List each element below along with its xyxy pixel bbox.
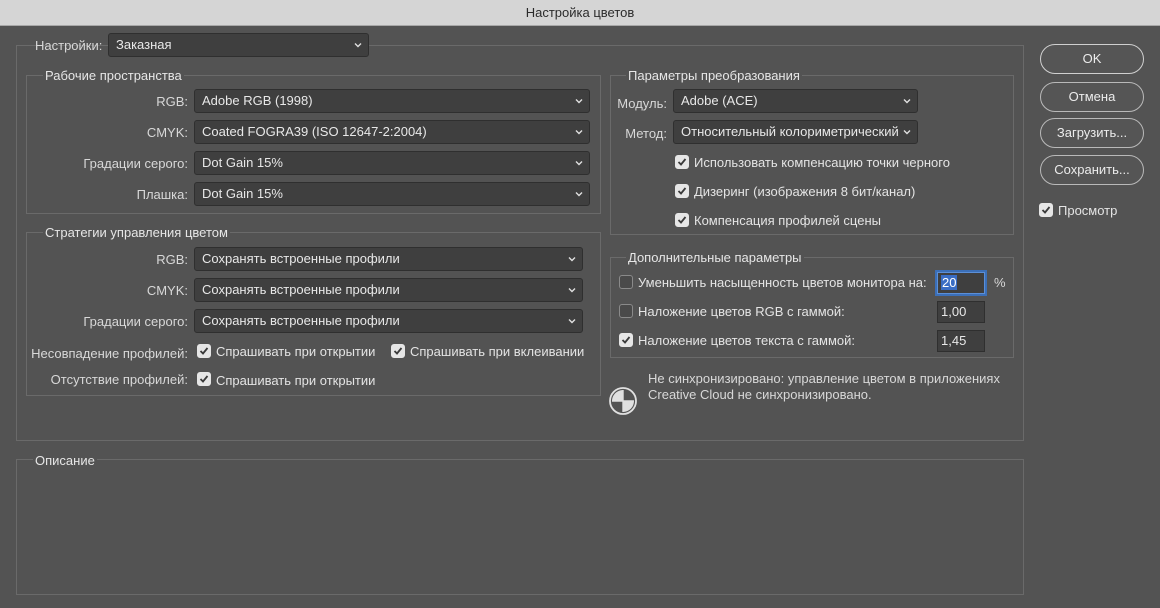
preview-label: Просмотр xyxy=(1058,203,1118,218)
pol-cmyk-value: Сохранять встроенные профили xyxy=(202,282,400,297)
dither-checkbox[interactable] xyxy=(675,184,689,198)
checkmark-icon xyxy=(677,216,687,224)
blend-rgb-label: Наложение цветов RGB с гаммой: xyxy=(638,304,845,319)
intent-value: Относительный колориметрический xyxy=(681,124,899,139)
description-title: Описание xyxy=(33,453,97,468)
pol-rgb-label: RGB: xyxy=(156,252,188,267)
description-panel xyxy=(16,459,1024,595)
chevron-down-icon xyxy=(568,257,576,262)
pol-cmyk-label: CMYK: xyxy=(146,283,188,298)
ok-button[interactable]: OK xyxy=(1040,44,1144,74)
ws-rgb-label: RGB: xyxy=(156,94,188,109)
chevron-down-icon xyxy=(568,319,576,324)
chevron-down-icon xyxy=(903,99,911,104)
bpc-label: Использовать компенсацию точки черного xyxy=(694,155,950,170)
missing-open-label: Спрашивать при открытии xyxy=(216,373,376,388)
ws-cmyk-select[interactable]: Coated FOGRA39 (ISO 12647-2:2004) xyxy=(194,120,590,144)
intent-select[interactable]: Относительный колориметрический xyxy=(673,120,918,144)
window-title: Настройка цветов xyxy=(525,5,635,20)
pol-gray-value: Сохранять встроенные профили xyxy=(202,313,400,328)
chevron-down-icon xyxy=(903,130,911,135)
desaturate-unit: % xyxy=(994,275,1006,290)
desaturate-label: Уменьшить насыщенность цветов монитора н… xyxy=(638,275,927,290)
chevron-down-icon xyxy=(354,43,362,48)
sync-status-line1: Не синхронизировано: управление цветом в… xyxy=(648,371,1000,386)
policies-title: Стратегии управления цветом xyxy=(43,225,230,240)
working-spaces-title: Рабочие пространства xyxy=(43,68,184,83)
pol-rgb-value: Сохранять встроенные профили xyxy=(202,251,400,266)
blend-text-checkbox[interactable] xyxy=(619,333,633,347)
dither-label: Дизеринг (изображения 8 бит/канал) xyxy=(694,184,916,199)
title-bar: Настройка цветов xyxy=(0,0,1160,26)
ws-spot-select[interactable]: Dot Gain 15% xyxy=(194,182,590,206)
mismatch-paste-label: Спрашивать при вклеивании xyxy=(410,344,585,359)
scene-label: Компенсация профилей сцены xyxy=(694,213,881,228)
blend-rgb-checkbox[interactable] xyxy=(619,304,633,318)
settings-select[interactable]: Заказная xyxy=(108,33,369,57)
preview-checkbox[interactable] xyxy=(1039,203,1053,217)
ws-gray-label: Градации серого: xyxy=(83,156,188,171)
settings-label: Настройки: xyxy=(35,38,103,53)
checkmark-icon xyxy=(393,347,403,355)
pol-rgb-select[interactable]: Сохранять встроенные профили xyxy=(194,247,583,271)
advanced-title: Дополнительные параметры xyxy=(626,250,804,265)
load-button[interactable]: Загрузить... xyxy=(1040,118,1144,148)
checkmark-icon xyxy=(621,336,631,344)
chevron-down-icon xyxy=(575,130,583,135)
desaturate-input[interactable]: 20 xyxy=(937,272,985,294)
checkmark-icon xyxy=(677,187,687,195)
ws-rgb-value: Adobe RGB (1998) xyxy=(202,93,313,108)
engine-label: Модуль: xyxy=(617,96,667,111)
missing-open-checkbox[interactable] xyxy=(197,372,211,386)
blend-rgb-input[interactable]: 1,00 xyxy=(937,301,985,323)
checkmark-icon xyxy=(677,158,687,166)
engine-select[interactable]: Adobe (ACE) xyxy=(673,89,918,113)
missing-label: Отсутствие профилей: xyxy=(50,372,188,387)
settings-value: Заказная xyxy=(116,37,172,52)
mismatch-open-checkbox[interactable] xyxy=(197,344,211,358)
pol-gray-select[interactable]: Сохранять встроенные профили xyxy=(194,309,583,333)
ws-rgb-select[interactable]: Adobe RGB (1998) xyxy=(194,89,590,113)
blend-rgb-value: 1,00 xyxy=(941,304,967,319)
mismatch-open-label: Спрашивать при открытии xyxy=(216,344,376,359)
sync-status-icon xyxy=(609,387,637,415)
ws-spot-label: Плашка: xyxy=(136,187,188,202)
desaturate-checkbox[interactable] xyxy=(619,275,633,289)
intent-label: Метод: xyxy=(625,126,667,141)
blend-text-input[interactable]: 1,45 xyxy=(937,330,985,352)
mismatch-label: Несовпадение профилей: xyxy=(31,346,188,361)
engine-value: Adobe (ACE) xyxy=(681,93,758,108)
ws-gray-value: Dot Gain 15% xyxy=(202,155,283,170)
chevron-down-icon xyxy=(575,99,583,104)
blend-text-label: Наложение цветов текста с гаммой: xyxy=(638,333,856,348)
bpc-checkbox[interactable] xyxy=(675,155,689,169)
scene-checkbox[interactable] xyxy=(675,213,689,227)
ws-spot-value: Dot Gain 15% xyxy=(202,186,283,201)
pol-cmyk-select[interactable]: Сохранять встроенные профили xyxy=(194,278,583,302)
mismatch-paste-checkbox[interactable] xyxy=(391,344,405,358)
ws-cmyk-value: Coated FOGRA39 (ISO 12647-2:2004) xyxy=(202,124,427,139)
checkmark-icon xyxy=(1041,206,1051,214)
chevron-down-icon xyxy=(575,161,583,166)
desaturate-value: 20 xyxy=(941,275,958,290)
save-button[interactable]: Сохранить... xyxy=(1040,155,1144,185)
conversion-title: Параметры преобразования xyxy=(626,68,802,83)
cancel-button[interactable]: Отмена xyxy=(1040,82,1144,112)
blend-text-value: 1,45 xyxy=(941,333,967,348)
checkmark-icon xyxy=(199,347,209,355)
ws-gray-select[interactable]: Dot Gain 15% xyxy=(194,151,590,175)
chevron-down-icon xyxy=(575,192,583,197)
ws-cmyk-label: CMYK: xyxy=(146,125,188,140)
pol-gray-label: Градации серого: xyxy=(83,314,188,329)
chevron-down-icon xyxy=(568,288,576,293)
sync-status-line2: Creative Cloud не синхронизировано. xyxy=(648,387,872,402)
checkmark-icon xyxy=(199,375,209,383)
